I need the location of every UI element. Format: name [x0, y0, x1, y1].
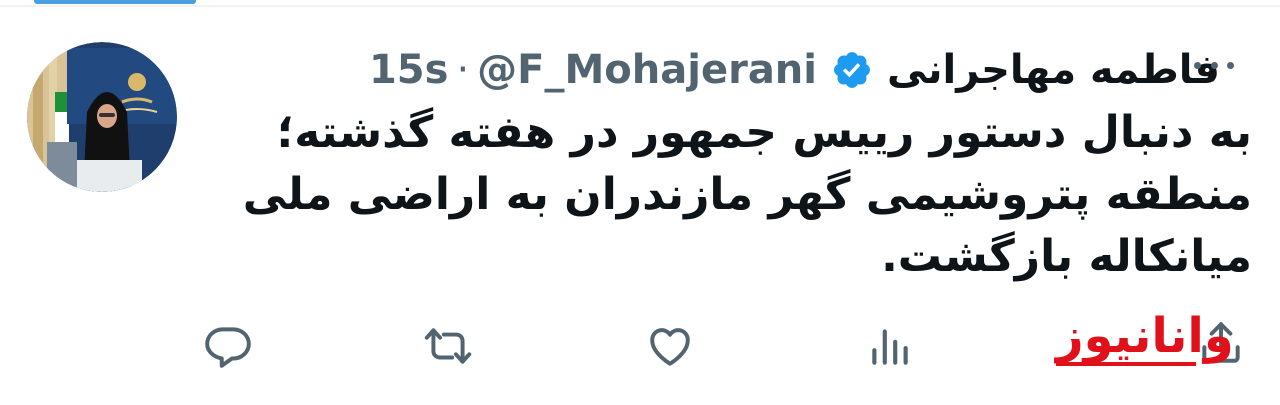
tweet-text-line: میانکاله بازگشت.	[881, 231, 1252, 282]
author-handle[interactable]: @F_Mohajerani	[477, 47, 817, 93]
tweet-divider	[0, 5, 1280, 7]
like-icon[interactable]	[642, 318, 698, 374]
tweet-timestamp[interactable]: 15s	[369, 47, 448, 93]
tweet-text: به دنبال دستور رییس جمهور در هفته گذشته؛…	[200, 102, 1252, 288]
top-accent-bar	[34, 0, 196, 4]
tweet-header: فاطمه مهاجرانی @F_Mohajerani · 15s	[200, 40, 1220, 100]
retweet-icon[interactable]	[420, 318, 476, 374]
header-separator: ·	[456, 47, 470, 93]
news-watermark-logo: وانانیوز	[1056, 308, 1236, 366]
author-display-name[interactable]: فاطمه مهاجرانی	[887, 47, 1220, 93]
watermark-strip	[1056, 362, 1196, 366]
avatar[interactable]	[27, 42, 177, 192]
tweet-text-line: منطقه پتروشیمی گهر مازندران به اراضی ملی	[242, 169, 1252, 220]
more-options-icon[interactable]	[1194, 58, 1234, 72]
watermark-text: وانانیوز	[1056, 308, 1236, 364]
views-icon[interactable]	[862, 318, 918, 374]
tweet-text-line: به دنبال دستور رییس جمهور در هفته گذشته؛	[276, 107, 1252, 158]
reply-icon[interactable]	[200, 318, 256, 374]
verified-badge-icon	[831, 49, 873, 91]
